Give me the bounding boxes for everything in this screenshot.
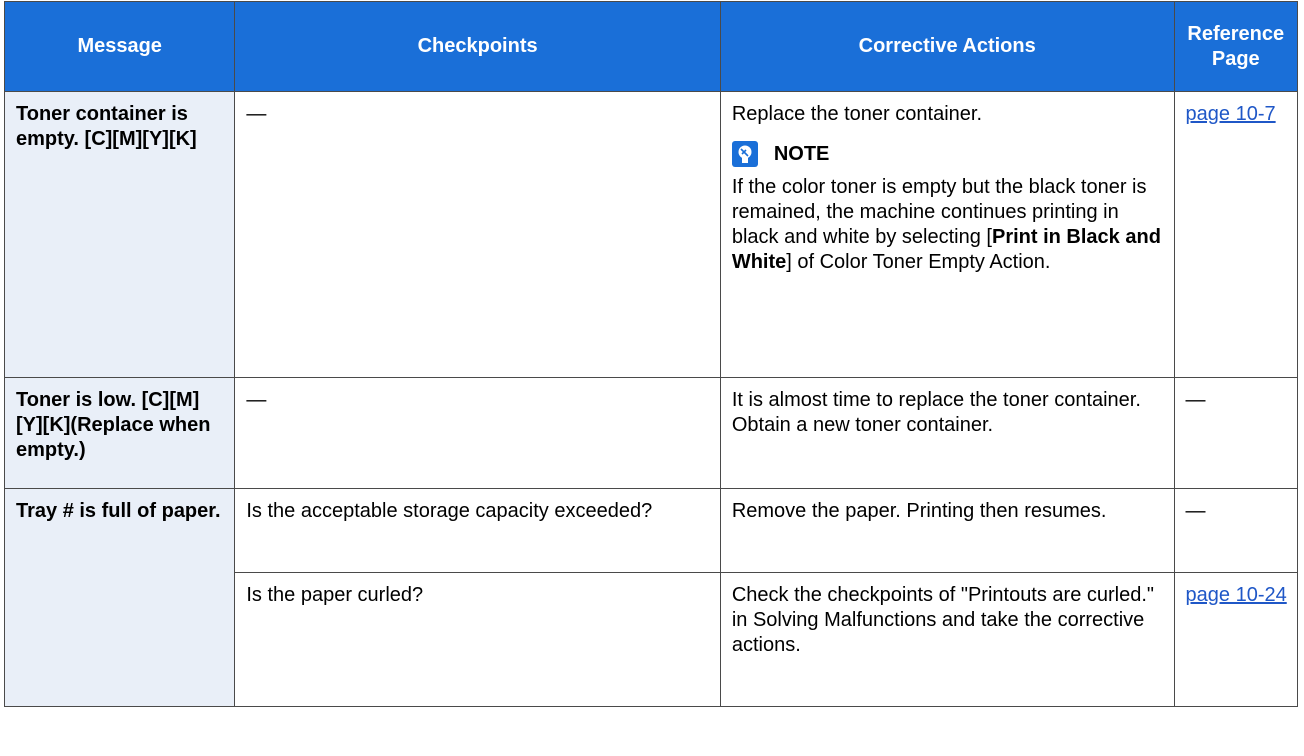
message-cell: Tray # is full of paper. [3, 488, 236, 707]
reference-link[interactable]: page 10-7 [1186, 103, 1276, 125]
action-cell: Remove the paper. Printing then resumes. [719, 488, 1175, 573]
table-row: Toner is low. [C][M][Y][K](Replace when … [3, 377, 1299, 489]
checkpoint-cell: — [234, 91, 721, 378]
message-cell: Toner is low. [C][M][Y][K](Replace when … [3, 377, 236, 489]
table-row: Toner container is empty. [C][M][Y][K] —… [3, 91, 1299, 378]
reference-cell: page 10-24 [1173, 572, 1299, 707]
message-cell: Toner container is empty. [C][M][Y][K] [3, 91, 236, 378]
reference-cell: — [1173, 377, 1299, 489]
action-cell: Replace the toner container. NOTE If the… [719, 91, 1175, 378]
note-heading: NOTE [731, 141, 1164, 167]
action-text: Replace the toner container. [731, 103, 982, 125]
note-text: If the color toner is empty but the blac… [731, 176, 1161, 273]
reference-cell: page 10-7 [1173, 91, 1299, 378]
checkpoint-cell: Is the acceptable storage capacity excee… [234, 488, 721, 573]
action-cell: Check the checkpoints of "Printouts are … [719, 572, 1175, 707]
header-corrective-actions: Corrective Actions [719, 1, 1175, 92]
checkpoint-cell: — [234, 377, 721, 489]
reference-link[interactable]: page 10-24 [1186, 584, 1287, 606]
header-checkpoints: Checkpoints [234, 1, 721, 92]
table-row: Tray # is full of paper. Is the acceptab… [3, 488, 1299, 707]
action-cell: It is almost time to replace the toner c… [719, 377, 1175, 489]
header-message: Message [3, 1, 236, 92]
reference-cell: — [1173, 488, 1299, 573]
note-lightbulb-icon [731, 141, 758, 167]
table-header-row: Message Checkpoints Corrective Actions R… [3, 1, 1299, 92]
checkpoint-cell: Is the paper curled? [234, 572, 721, 707]
note-title: NOTE [773, 142, 830, 165]
error-messages-table: Message Checkpoints Corrective Actions R… [3, 1, 1299, 707]
header-reference-page: Reference Page [1173, 1, 1299, 92]
